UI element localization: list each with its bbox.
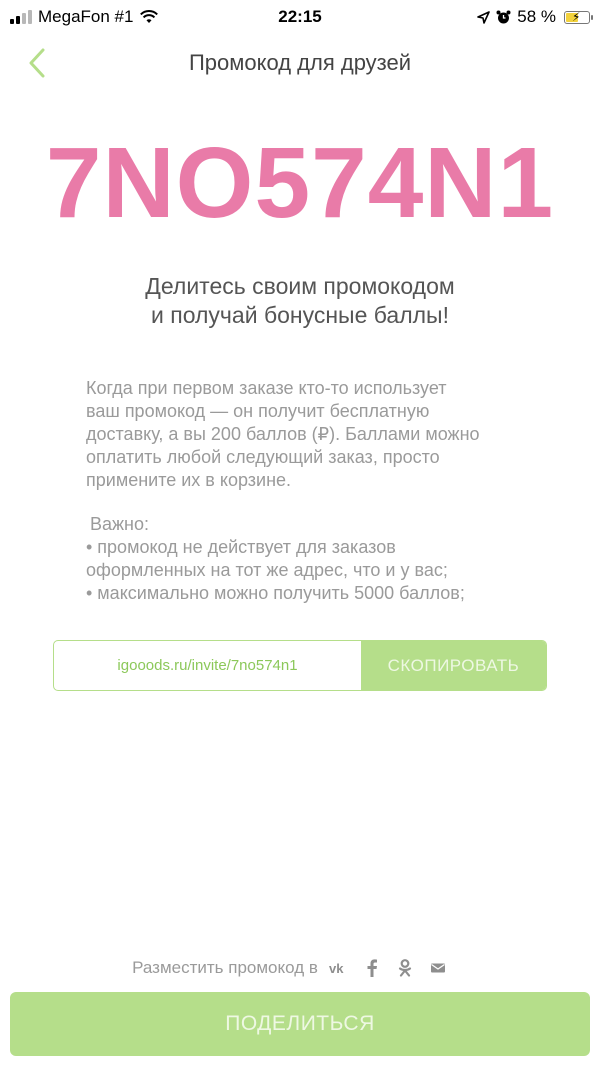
share-options: Разместить промокод в vk: [0, 956, 600, 980]
location-icon: [477, 10, 491, 24]
alarm-icon: [496, 10, 511, 23]
important-item: • промокод не действует для заказов: [86, 537, 396, 557]
invite-link[interactable]: igooods.ru/invite/7no574n1: [54, 641, 361, 690]
odnoklassniki-icon[interactable]: [393, 956, 417, 980]
important-notes: Важно: • промокод не действует для заказ…: [86, 513, 536, 605]
svg-text:vk: vk: [329, 961, 344, 975]
important-title: Важно:: [90, 514, 150, 534]
description-text: Когда при первом заказе кто-то используе…: [86, 378, 480, 490]
invite-link-box: igooods.ru/invite/7no574n1 СКОПИРОВАТЬ: [53, 640, 547, 691]
battery-percent: 58 %: [517, 7, 556, 26]
important-item: • максимально можно получить 5000 баллов…: [86, 583, 465, 603]
headline-line: Делитесь своим промокодом: [145, 273, 455, 299]
copy-button[interactable]: СКОПИРОВАТЬ: [361, 641, 546, 690]
promo-code: 7NO574N1: [45, 127, 555, 239]
share-prompt: Разместить промокод в: [132, 958, 318, 977]
headline-line: и получай бонусные баллы!: [151, 302, 449, 328]
charging-icon: ⚡: [572, 9, 581, 24]
status-bar: MegaFon #1 22:15 58 % ⚡: [0, 0, 600, 34]
nav-bar: Промокод для друзей: [0, 38, 600, 86]
battery-icon: ⚡: [564, 9, 593, 24]
facebook-icon[interactable]: [360, 956, 384, 980]
vk-icon[interactable]: vk: [327, 956, 351, 980]
important-item: оформленных на тот же адрес, что и у вас…: [86, 560, 448, 580]
status-right: 58 % ⚡: [477, 7, 593, 27]
headline: Делитесь своим промокодом и получай бону…: [0, 272, 600, 330]
mail-icon[interactable]: [426, 956, 450, 980]
page-title: Промокод для друзей: [188, 50, 412, 75]
share-button[interactable]: ПОДЕЛИТЬСЯ: [10, 992, 590, 1056]
